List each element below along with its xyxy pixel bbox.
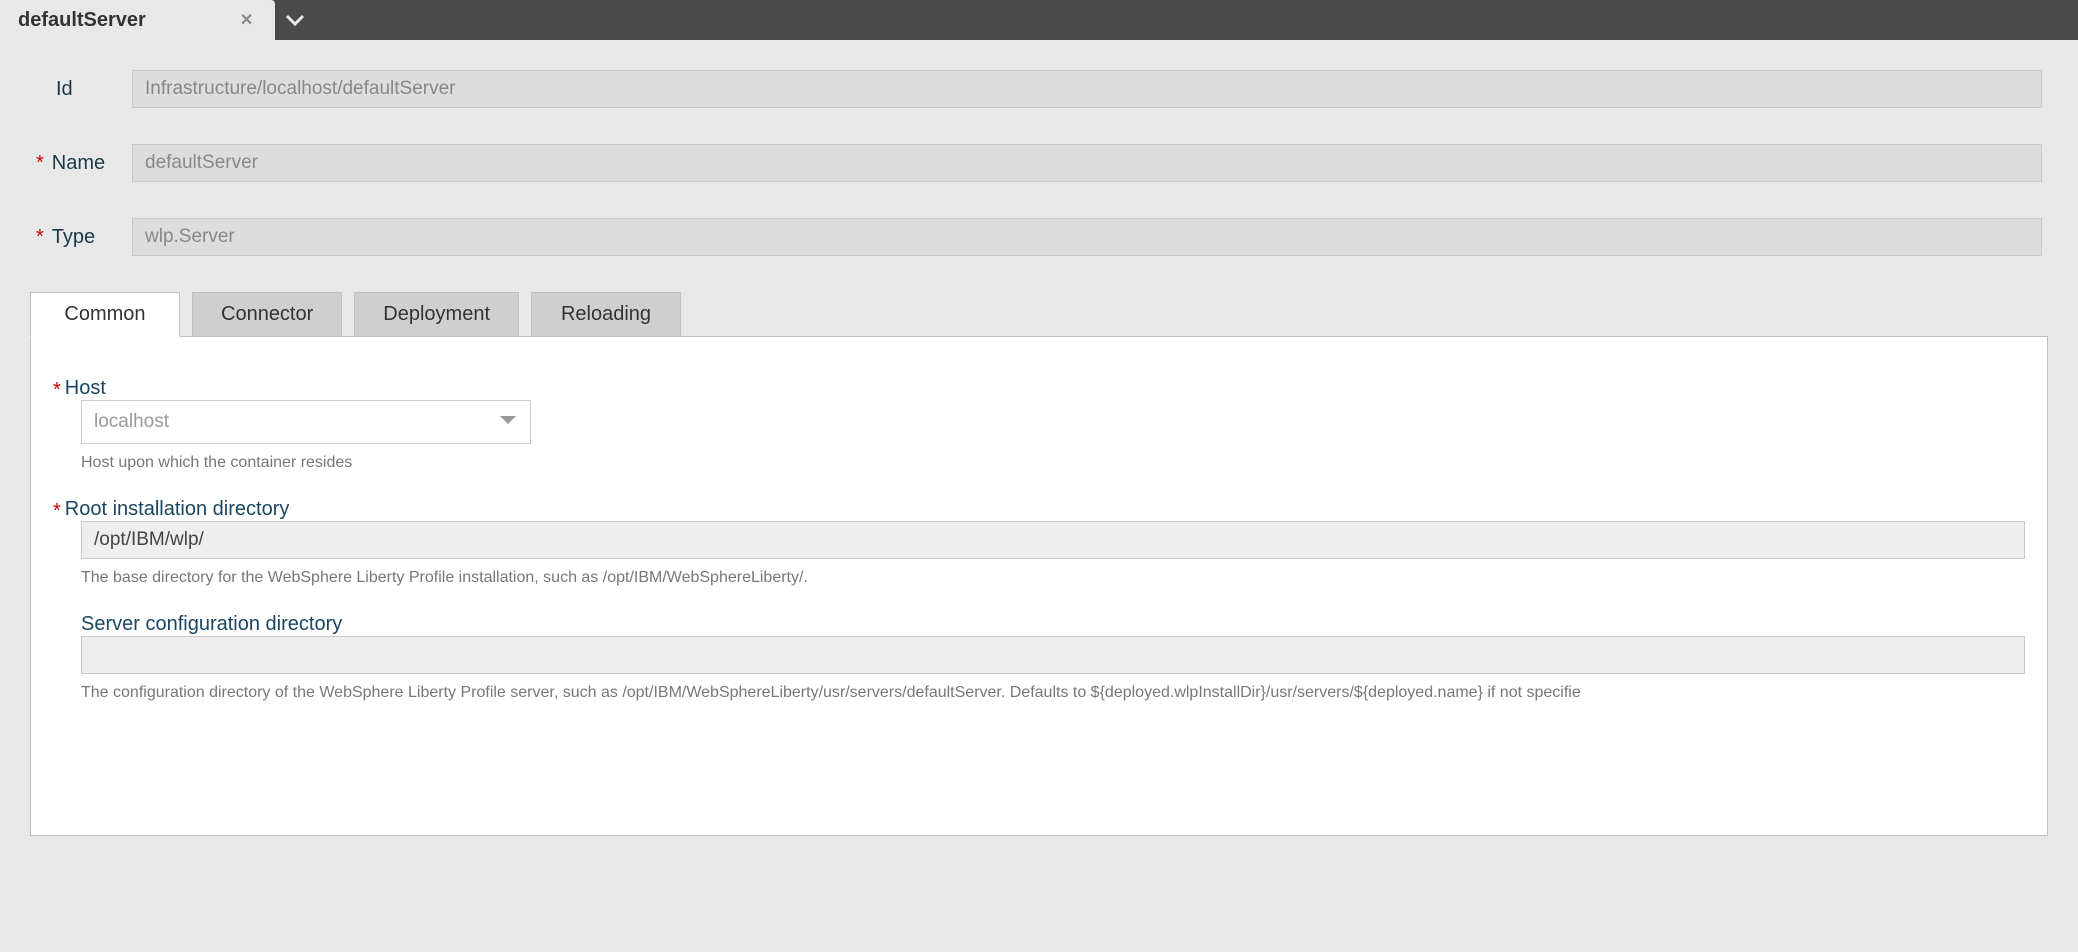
form-area: Id Infrastructure/localhost/defaultServe… (0, 40, 2078, 836)
close-icon[interactable]: ✕ (236, 8, 257, 32)
required-icon: * (36, 227, 44, 247)
id-value: Infrastructure/localhost/defaultServer (145, 78, 456, 100)
tabs-row: Common Connector Deployment Reloading (30, 292, 2042, 337)
rootdir-label: Root installation directory (65, 498, 290, 521)
serverconfigdir-help: The configuration directory of the WebSp… (81, 684, 2025, 702)
name-field[interactable]: defaultServer (132, 144, 2042, 182)
type-value: wlp.Server (145, 226, 235, 248)
required-icon: * (36, 153, 44, 173)
editor-tab[interactable]: defaultServer ✕ (0, 0, 275, 40)
host-label: Host (65, 377, 106, 400)
host-dropdown[interactable]: localhost (81, 400, 531, 444)
tab-reloading[interactable]: Reloading (531, 292, 681, 337)
host-value: localhost (94, 411, 169, 433)
name-row: * Name defaultServer (36, 144, 2042, 182)
type-label: Type (52, 226, 95, 249)
name-label: Name (52, 152, 105, 175)
tab-connector[interactable]: Connector (192, 292, 342, 337)
id-row: Id Infrastructure/localhost/defaultServe… (36, 70, 2042, 108)
tab-common[interactable]: Common (30, 292, 180, 337)
rootdir-help: The base directory for the WebSphere Lib… (81, 569, 2025, 587)
name-value: defaultServer (145, 152, 258, 174)
host-help: Host upon which the container resides (81, 454, 2025, 472)
required-icon: * (53, 501, 61, 521)
chevron-down-icon[interactable] (275, 0, 315, 40)
serverconfigdir-field[interactable] (81, 636, 2025, 674)
serverconfigdir-group: Server configuration directory The confi… (53, 613, 2025, 702)
rootdir-field[interactable]: /opt/IBM/wlp/ (81, 521, 2025, 559)
serverconfigdir-label: Server configuration directory (81, 613, 342, 636)
tab-content-common: * Host localhost Host upon which the con… (30, 336, 2048, 836)
id-label: Id (36, 78, 73, 101)
tab-deployment[interactable]: Deployment (354, 292, 519, 337)
header-bar: defaultServer ✕ (0, 0, 2078, 40)
id-field: Infrastructure/localhost/defaultServer (132, 70, 2042, 108)
host-group: * Host localhost Host upon which the con… (53, 377, 2025, 472)
rootdir-group: * Root installation directory /opt/IBM/w… (53, 498, 2025, 587)
chevron-down-icon (498, 411, 518, 433)
editor-tab-title: defaultServer (18, 9, 146, 32)
type-field: wlp.Server (132, 218, 2042, 256)
rootdir-value: /opt/IBM/wlp/ (94, 529, 204, 551)
type-row: * Type wlp.Server (36, 218, 2042, 256)
required-icon: * (53, 380, 61, 400)
